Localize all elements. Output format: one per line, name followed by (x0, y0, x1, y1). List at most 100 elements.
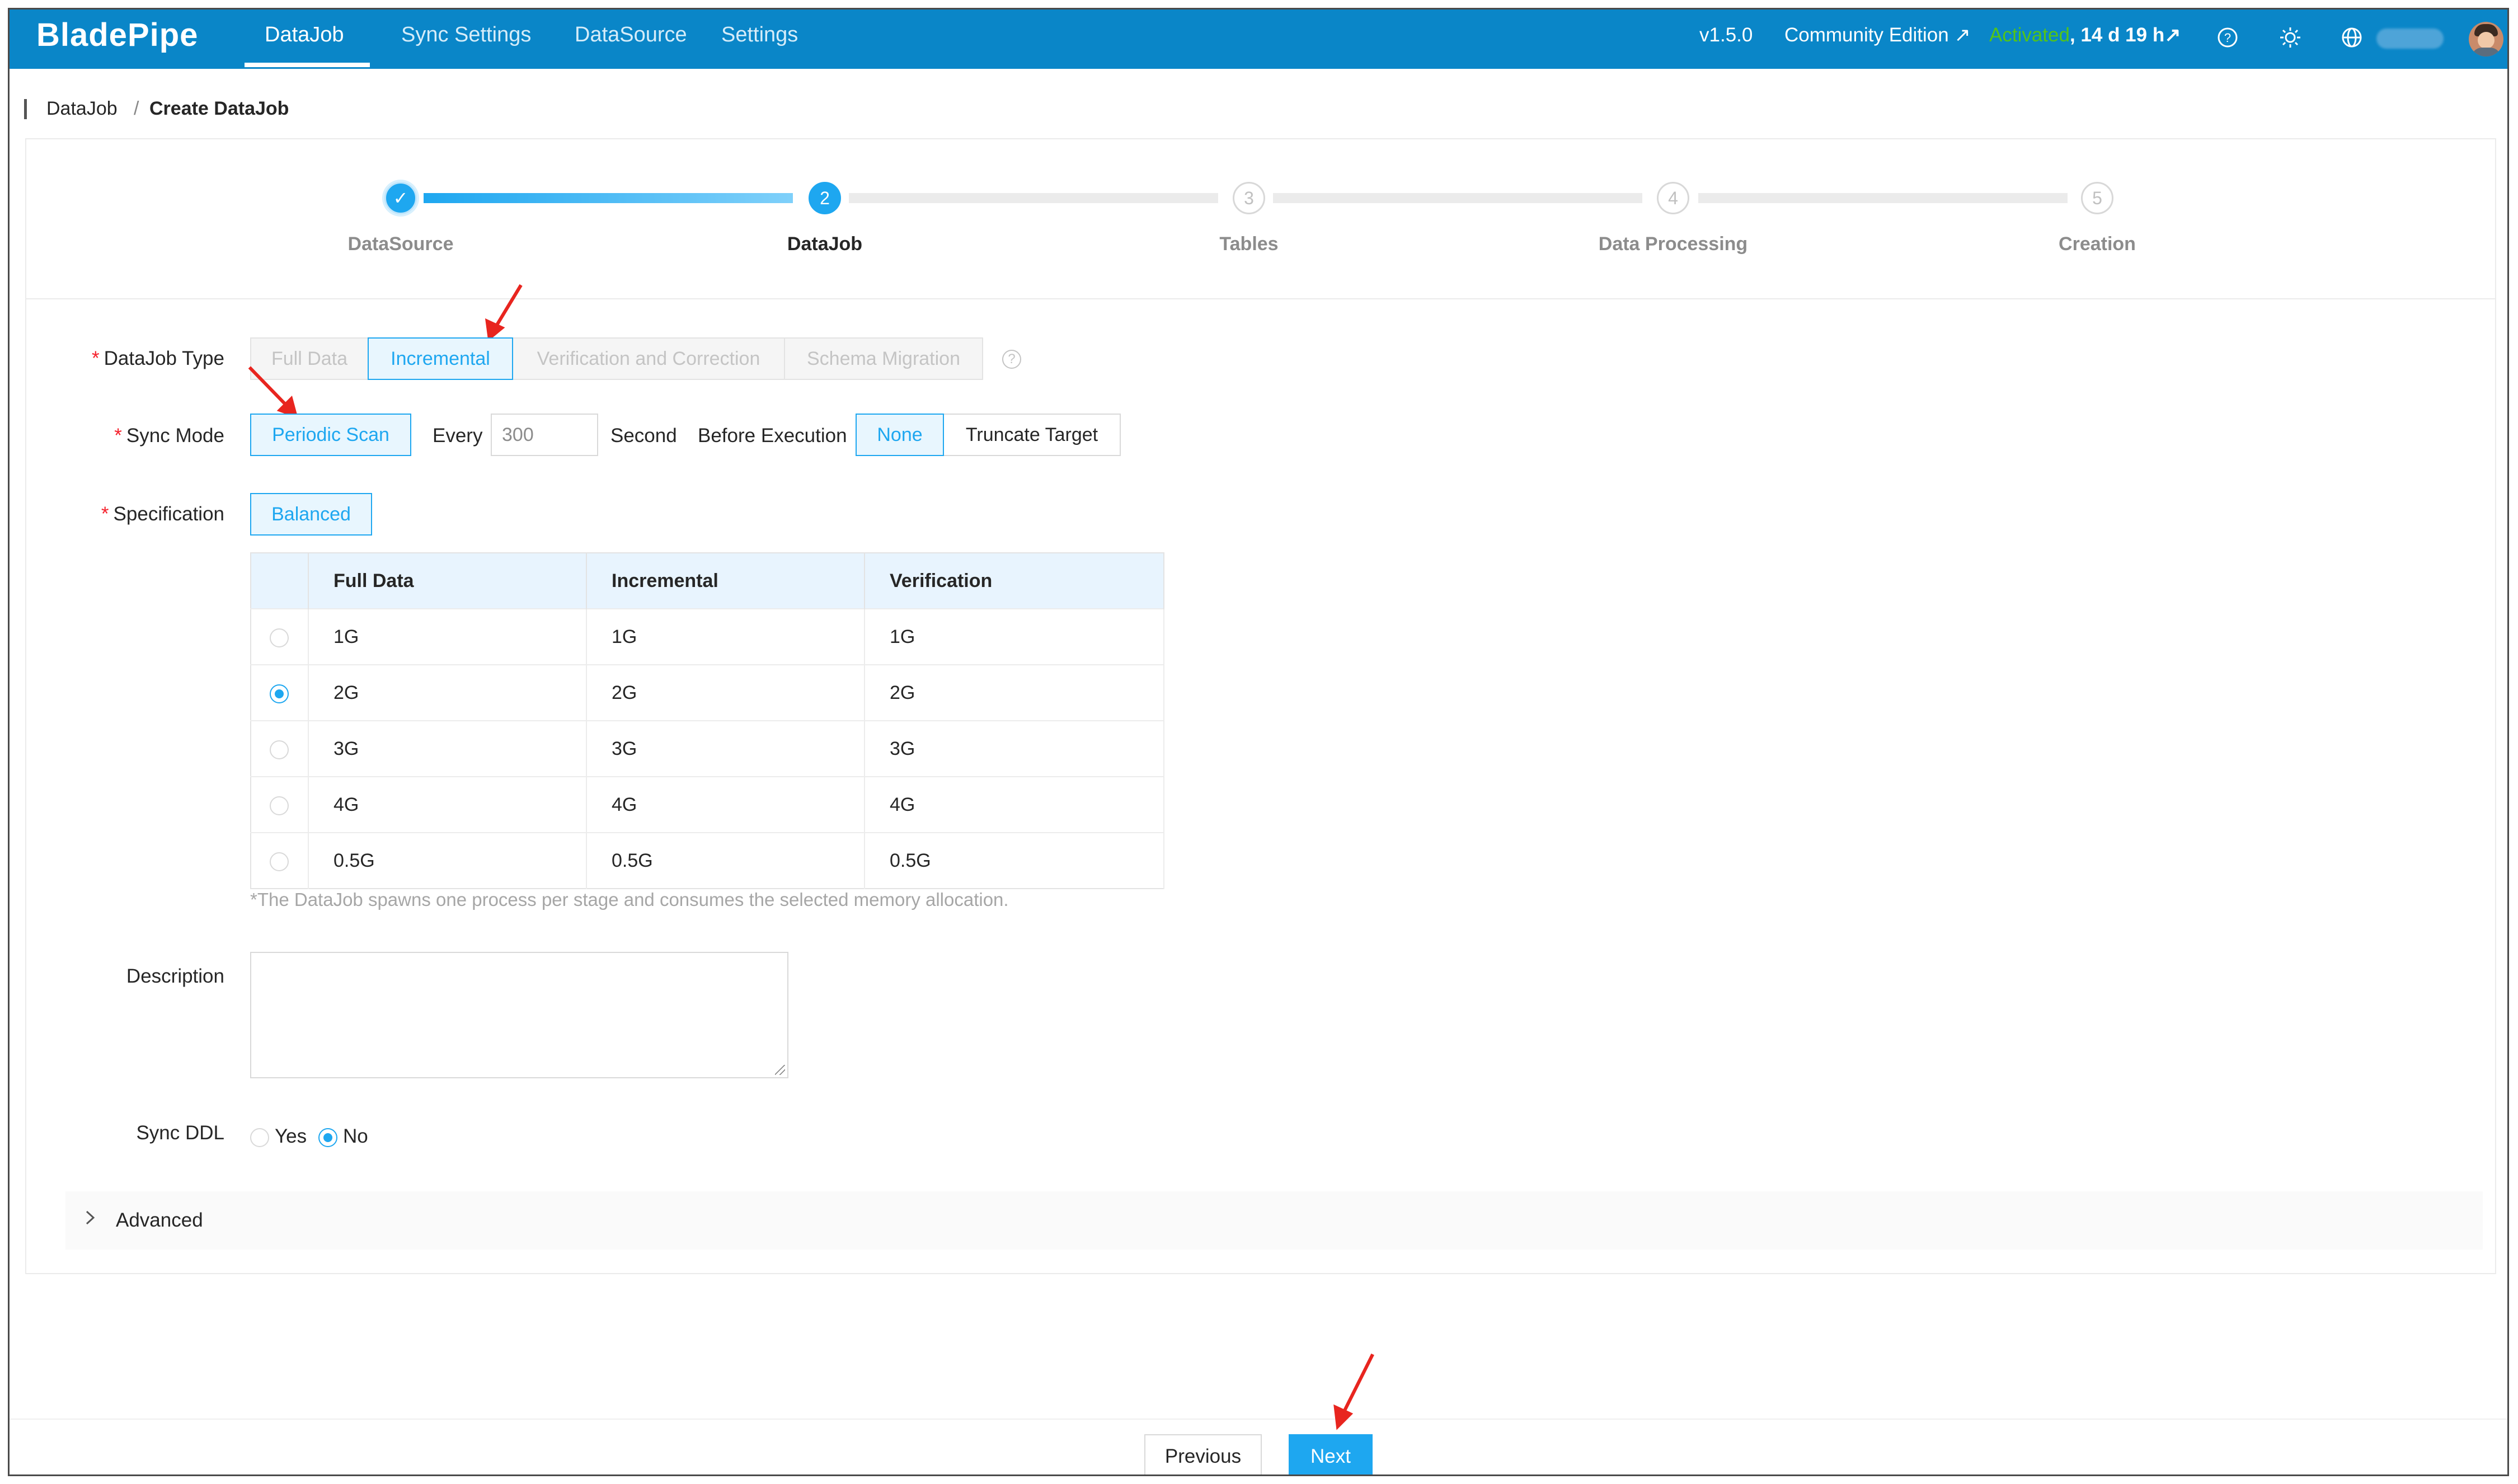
license-status[interactable]: Activated, 14 d 19 h↗ (1989, 24, 2181, 46)
table-cell: 1G (586, 608, 865, 665)
spec-radio-1g[interactable] (270, 628, 289, 647)
app-window: BladePipe DataJob Sync Settings DataSour… (8, 8, 2509, 1476)
step-5-label: Creation (2059, 233, 2136, 255)
nav-tab-datajob[interactable]: DataJob (265, 23, 344, 47)
table-cell: 3G (308, 720, 587, 777)
table-cell: 3G (865, 720, 1164, 777)
table-row[interactable]: 3G 3G 3G (251, 720, 1164, 777)
row-radio-cell (251, 832, 309, 889)
table-header-select (251, 553, 309, 609)
table-row[interactable]: 1G 1G 1G (251, 608, 1164, 665)
sync-ddl-yes-radio[interactable] (250, 1128, 269, 1147)
table-cell: 0.5G (865, 832, 1164, 889)
step-2-number: 2 (809, 182, 841, 214)
table-header-row: Full Data Incremental Verification (251, 553, 1164, 609)
datajob-type-help-icon[interactable]: ? (1002, 350, 1021, 369)
step-connector-2 (849, 193, 1218, 203)
app-logo[interactable]: BladePipe (36, 16, 198, 54)
step-3-label: Tables (1219, 233, 1279, 255)
datajob-type-verification[interactable]: Verification and Correction (512, 337, 785, 380)
sync-unit-label: Second (610, 425, 677, 447)
spec-radio-0-5g[interactable] (270, 852, 289, 871)
sync-ddl-no[interactable]: No (318, 1125, 368, 1148)
datajob-type-incremental[interactable]: Incremental (368, 337, 513, 380)
sync-ddl-label: Sync DDL (136, 1122, 224, 1144)
step-connector-1 (424, 193, 793, 203)
sync-mode-periodic-scan[interactable]: Periodic Scan (250, 414, 411, 456)
nav-active-indicator (245, 63, 370, 67)
row-radio-cell (251, 664, 309, 721)
step-5-number: 5 (2081, 182, 2113, 214)
spec-radio-4g[interactable] (270, 796, 289, 815)
table-header-incremental: Incremental (586, 553, 865, 609)
row-radio-cell (251, 720, 309, 777)
table-header-verification: Verification (865, 553, 1164, 609)
step-connector-4 (1698, 193, 2068, 203)
sync-every-label: Every (433, 425, 483, 447)
table-row[interactable]: 2G 2G 2G (251, 664, 1164, 721)
datajob-type-full-data[interactable]: Full Data (250, 337, 369, 380)
breadcrumb-marker (24, 99, 27, 119)
username-blurred[interactable] (2376, 29, 2444, 49)
sync-ddl-no-radio[interactable] (318, 1128, 337, 1147)
resize-grip-icon[interactable] (775, 1065, 785, 1075)
sync-mode-label: * Sync Mode (114, 425, 224, 447)
help-icon[interactable]: ? (2216, 26, 2239, 49)
nav-tab-sync-settings[interactable]: Sync Settings (401, 23, 531, 47)
table-row[interactable]: 4G 4G 4G (251, 776, 1164, 833)
language-globe-icon[interactable] (2341, 26, 2363, 49)
description-label: Description (126, 965, 224, 987)
theme-toggle-icon[interactable] (2279, 26, 2301, 49)
table-cell: 3G (586, 720, 865, 777)
nav-tab-settings[interactable]: Settings (721, 23, 798, 47)
spec-radio-2g[interactable] (270, 684, 289, 703)
next-button[interactable]: Next (1289, 1434, 1373, 1474)
sync-ddl-yes[interactable]: Yes (250, 1125, 307, 1148)
edition-link[interactable]: Community Edition ↗ (1784, 24, 1971, 46)
breadcrumb-parent[interactable]: DataJob (46, 98, 118, 120)
step-3-number: 3 (1233, 182, 1265, 214)
user-avatar[interactable] (2469, 22, 2503, 57)
step-4-label: Data Processing (1598, 233, 1748, 255)
nav-tab-datasource[interactable]: DataSource (575, 23, 687, 47)
table-cell: 4G (308, 776, 587, 833)
breadcrumb-current: Create DataJob (149, 98, 289, 119)
sync-ddl-no-label: No (343, 1125, 368, 1147)
specification-label-text: Specification (113, 503, 224, 525)
arrow-next (1341, 1353, 1374, 1416)
table-cell: 2G (865, 664, 1164, 721)
sync-mode-label-text: Sync Mode (126, 425, 224, 447)
sync-interval-input[interactable]: 300 (491, 414, 598, 456)
specification-table: Full Data Incremental Verification 1G 1G… (250, 552, 1164, 889)
specification-label: * Specification (101, 503, 224, 525)
table-cell: 0.5G (586, 832, 865, 889)
table-cell: 1G (865, 608, 1164, 665)
datajob-type-schema-migration[interactable]: Schema Migration (784, 337, 983, 380)
table-row[interactable]: 0.5G 0.5G 0.5G (251, 832, 1164, 889)
row-radio-cell (251, 776, 309, 833)
step-4-number: 4 (1657, 182, 1689, 214)
description-textarea[interactable] (250, 952, 788, 1078)
chevron-right-icon (84, 1208, 97, 1232)
version-label: v1.5.0 (1699, 24, 1753, 46)
sync-ddl-yes-label: Yes (275, 1125, 307, 1147)
table-cell: 4G (865, 776, 1164, 833)
specification-balanced[interactable]: Balanced (250, 493, 372, 536)
step-2-label: DataJob (787, 233, 863, 255)
specification-note: *The DataJob spawns one process per stag… (250, 889, 1009, 910)
license-remaining: , 14 d 19 h↗ (2069, 24, 2181, 46)
previous-button[interactable]: Previous (1144, 1434, 1262, 1474)
before-execution-truncate-target[interactable]: Truncate Target (943, 414, 1121, 456)
step-connector-3 (1273, 193, 1642, 203)
table-cell: 4G (586, 776, 865, 833)
table-cell: 2G (308, 664, 587, 721)
datajob-type-label-text: DataJob Type (104, 347, 224, 369)
steps-divider (25, 298, 2496, 299)
datajob-type-label: * DataJob Type (92, 347, 224, 369)
spec-radio-3g[interactable] (270, 740, 289, 759)
before-execution-none[interactable]: None (856, 414, 944, 456)
advanced-collapse[interactable]: Advanced (65, 1191, 2483, 1250)
before-execution-label: Before Execution (698, 425, 847, 447)
advanced-label: Advanced (116, 1209, 203, 1231)
svg-text:?: ? (2224, 31, 2231, 45)
